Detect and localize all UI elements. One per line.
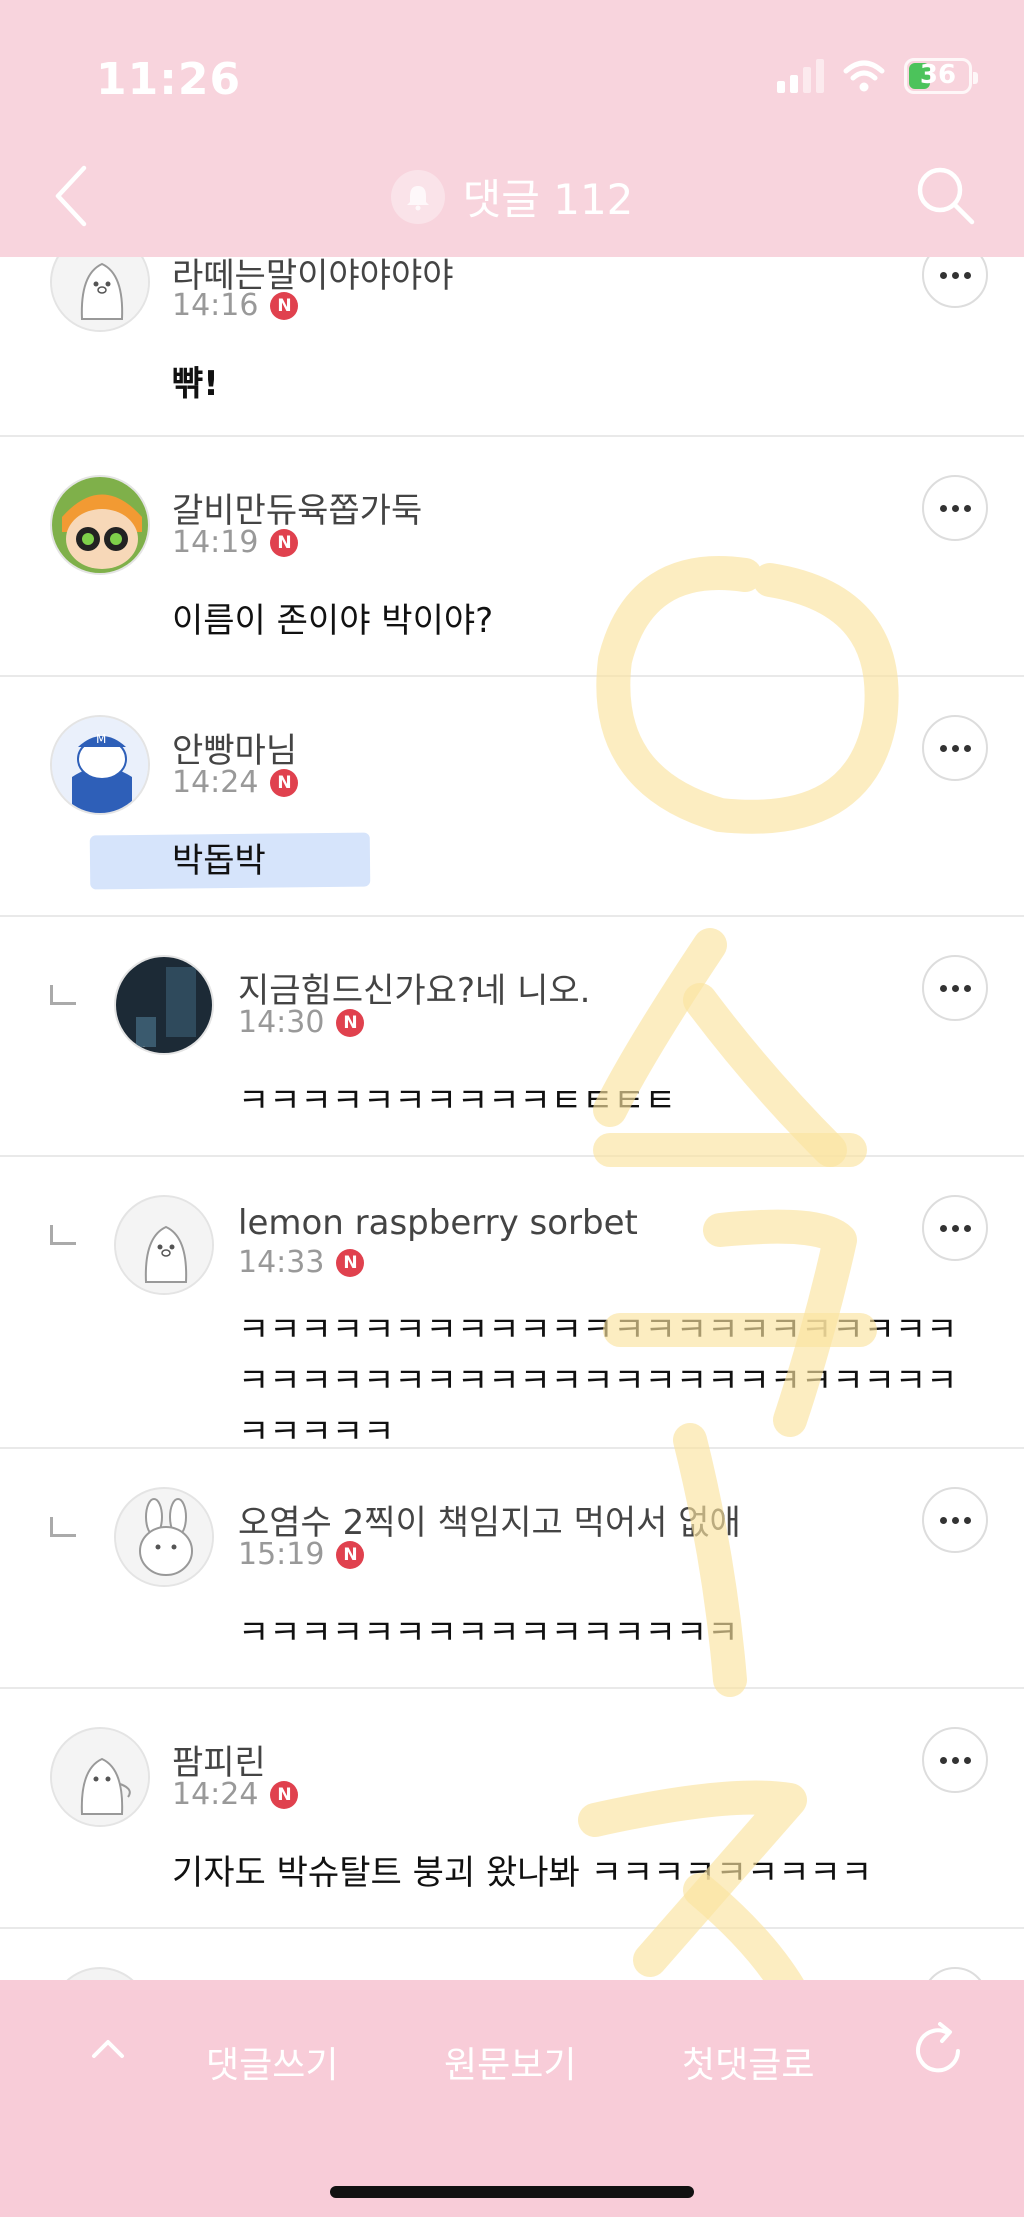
new-badge: N: [270, 291, 299, 320]
comment-time: 14:30: [238, 1005, 325, 1040]
comment-meta: 14:24 N: [172, 765, 299, 800]
avatar[interactable]: [50, 1727, 150, 1827]
comment-meta: 14:19 N: [172, 525, 299, 560]
comment-time: 14:19: [172, 525, 259, 560]
comment-meta: 15:19 N: [238, 1537, 365, 1572]
wifi-icon: [843, 60, 885, 92]
reply-item[interactable]: lemon raspberry sorbet 14:33 N ㅋㅋㅋㅋㅋㅋㅋㅋㅋ…: [0, 1157, 1024, 1452]
more-icon[interactable]: [922, 1727, 988, 1793]
new-badge: N: [270, 528, 299, 557]
more-icon[interactable]: [922, 715, 988, 781]
comment-time: 15:19: [238, 1537, 325, 1572]
comment-text: ㅋㅋㅋㅋㅋㅋㅋㅋㅋㅋㅋㅋㅋㅋㅋㅋ: [238, 1613, 739, 1653]
page-title: 댓글 112: [462, 175, 634, 224]
comment-meta: 14:16 N: [172, 288, 299, 323]
first-comment-button[interactable]: 첫댓글로: [682, 2036, 814, 2088]
reply-item[interactable]: · · · 지금힘드신가요?네 니오. 14:30 N ㅋㅋㅋㅋㅋㅋㅋㅋㅋㅋㅌㅌ…: [0, 917, 1024, 1157]
avatar[interactable]: · · ·: [114, 955, 214, 1055]
comment-meta: 14:24 N: [172, 1777, 299, 1812]
avatar[interactable]: [114, 1487, 214, 1587]
reply-indicator-icon: [50, 1225, 76, 1245]
comment-meta: 14:33 N: [238, 1245, 365, 1280]
svg-text:· · ·: · · ·: [134, 1043, 145, 1051]
view-original-button[interactable]: 원문보기: [444, 2036, 576, 2088]
battery-level: 36: [919, 60, 957, 90]
status-time: 11:26: [96, 54, 242, 105]
comment-text: 기자도 박슈탈트 붕괴 왔나봐 ㅋㅋㅋㅋㅋㅋㅋㅋㅋ: [172, 1853, 873, 1893]
comment-time: 14:24: [172, 765, 259, 800]
comment-nickname[interactable]: lemon raspberry sorbet: [238, 1203, 638, 1243]
new-badge: N: [336, 1248, 365, 1277]
write-comment-button[interactable]: 댓글쓰기: [206, 2036, 338, 2088]
avatar[interactable]: M: [50, 715, 150, 815]
status-icons: 36: [777, 58, 978, 94]
chevron-up-icon[interactable]: [80, 2020, 136, 2076]
bottom-bar: 댓글쓰기 원문보기 첫댓글로: [0, 1980, 1024, 2217]
more-icon[interactable]: [922, 475, 988, 541]
comment-meta: 14:30 N: [238, 1005, 365, 1040]
comment-text: ㅋㅋㅋㅋㅋㅋㅋㅋㅋㅋㅌㅌㅌㅌ: [238, 1081, 676, 1121]
header-title-group: 댓글 112: [0, 166, 1024, 227]
comment-item[interactable]: M 안빵마님 14:24 N 박돕박: [0, 677, 1024, 917]
comment-item[interactable]: 갈비만듀육쫍가둑 14:19 N 이름이 존이야 박이야?: [0, 437, 1024, 677]
comment-text: ㅋㅋㅋㅋㅋㅋㅋㅋㅋㅋㅋㅋㅋㅋㅋㅋㅋㅋㅋㅋㅋㅋㅋㅋㅋㅋㅋㅋㅋㅋㅋㅋㅋㅋㅋㅋㅋㅋㅋㅋ…: [238, 1310, 958, 1452]
new-badge: N: [270, 1780, 299, 1809]
avatar[interactable]: [114, 1195, 214, 1295]
more-icon[interactable]: [922, 1487, 988, 1553]
top-bar: 11:26 36 댓글 112: [0, 0, 1024, 257]
reply-item[interactable]: 오염수 2찍이 책임지고 먹어서 없애 15:19 N ㅋㅋㅋㅋㅋㅋㅋㅋㅋㅋㅋㅋ…: [0, 1449, 1024, 1689]
comment-text: 뺚!: [172, 364, 219, 404]
comment-time: 14:33: [238, 1245, 325, 1280]
new-badge: N: [270, 768, 299, 797]
reply-indicator-icon: [50, 985, 76, 1005]
comment-time: 14:16: [172, 288, 259, 323]
comment-item[interactable]: 팜피린 14:24 N 기자도 박슈탈트 붕괴 왔나봐 ㅋㅋㅋㅋㅋㅋㅋㅋㅋ: [0, 1689, 1024, 1929]
more-icon[interactable]: [922, 1195, 988, 1261]
signal-icon: [777, 59, 824, 93]
comment-text: 박돕박: [172, 841, 266, 881]
new-badge: N: [336, 1008, 365, 1037]
comment-text: 이름이 존이야 박이야?: [172, 601, 494, 641]
more-icon[interactable]: [922, 955, 988, 1021]
comment-time: 14:24: [172, 1777, 259, 1812]
reply-indicator-icon: [50, 1517, 76, 1537]
bell-icon[interactable]: [390, 169, 445, 224]
home-indicator[interactable]: [330, 2186, 694, 2198]
battery-icon: 36: [904, 58, 978, 94]
avatar[interactable]: [50, 475, 150, 575]
new-badge: N: [336, 1540, 365, 1569]
search-icon[interactable]: [910, 160, 980, 230]
refresh-icon[interactable]: [906, 2018, 972, 2084]
svg-text:M: M: [96, 732, 106, 746]
